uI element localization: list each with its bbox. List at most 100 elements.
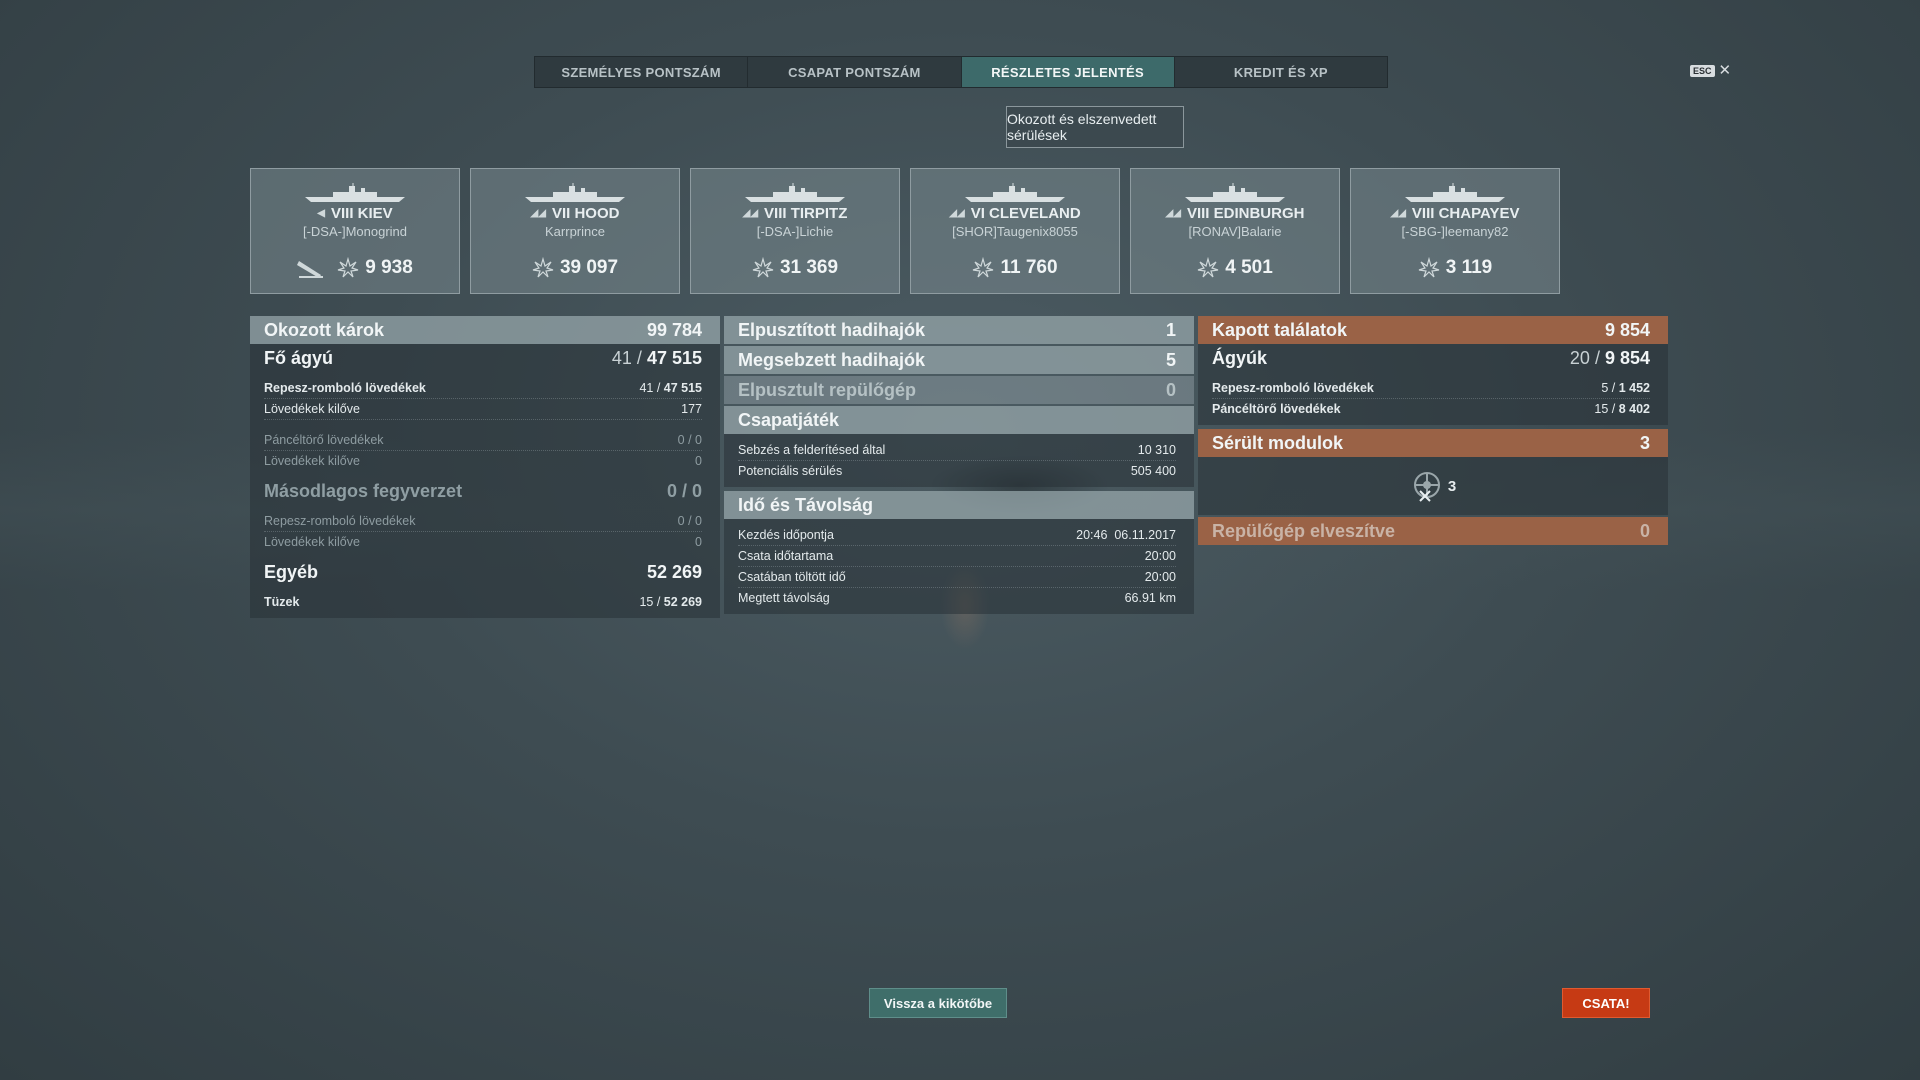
ship-silhouette-icon: [743, 183, 847, 203]
damage-dealt: 39 097: [471, 256, 679, 279]
damage-dealt-label: Okozott károk: [264, 319, 385, 340]
other-damage-header: Egyéb 52 269: [250, 558, 720, 586]
secondary-battery-label: Másodlagos fegyverzet: [264, 480, 463, 501]
main-battery-details: Repesz-romboló lövedékek 41 / 47 515 Löv…: [250, 372, 720, 477]
ship-silhouette-icon: [523, 183, 627, 203]
fires-row: Tüzek 15 / 52 269: [264, 595, 702, 609]
ship-silhouette-icon: [1403, 183, 1507, 203]
player-name: [SHOR]Taugenix8055: [952, 224, 1078, 239]
other-damage-details: Tüzek 15 / 52 269: [250, 586, 720, 618]
ship-silhouette-icon: [963, 183, 1067, 203]
he-shells-row: Repesz-romboló lövedékek 41 / 47 515: [264, 378, 702, 399]
ship-name: ◢◢ VIII EDINBURGH: [1165, 205, 1305, 222]
damage-burst-icon: [1197, 256, 1219, 279]
guns-received-details: Repesz-romboló lövedékek 5 / 1 452 Páncé…: [1198, 372, 1668, 425]
planes-destroyed-header: Elpusztult repülőgép 0: [724, 376, 1194, 404]
ship-card: ◀ VIII KIEV [-DSA-]Monogrind 9 938: [250, 168, 460, 294]
damage-dealt-value: 99 784: [646, 319, 702, 340]
distance-row: Megtett távolság 66.91 km: [738, 591, 1176, 605]
ship-name: ◢◢ VIII TIRPITZ: [742, 205, 848, 222]
damage-burst-icon: [532, 256, 554, 279]
esc-key-label: ESC: [1690, 64, 1715, 77]
damaged-modules-panel: 3: [1198, 457, 1668, 515]
tab-personal-score[interactable]: SZEMÉLYES PONTSZÁM: [535, 57, 749, 87]
guns-received-header: Ágyúk 20 / 9 854: [1198, 344, 1668, 372]
damage-burst-icon: [972, 256, 994, 279]
time-distance-header: Idő és Távolság: [724, 491, 1194, 519]
damage-burst-icon: [1418, 256, 1440, 279]
damage-dealt: 3 119: [1351, 256, 1559, 279]
torpedo-icon: [297, 257, 325, 279]
secondary-battery-value: 0 / 0: [666, 480, 702, 501]
player-name: Karrprince: [545, 224, 605, 239]
damage-dealt: 11 760: [911, 256, 1119, 279]
damage-received-column: Kapott találatok 9 854 Ágyúk 20 / 9 854 R…: [1198, 316, 1668, 545]
battle-duration-row: Csata időtartama 20:00: [738, 546, 1176, 567]
battle-button[interactable]: CSATA!: [1562, 988, 1650, 1018]
secondary-battery-header: Másodlagos fegyverzet 0 / 0: [250, 477, 720, 505]
potential-damage-row: Potenciális sérülés 505 400: [738, 464, 1176, 478]
time-in-battle-row: Csatában töltött idő 20:00: [738, 567, 1176, 588]
time-distance-details: Kezdés időpontja 20:46 06.11.2017 Csata i…: [724, 519, 1194, 614]
ap-shells-fired-row: Lövedékek kilőve 0: [264, 454, 702, 468]
spotting-damage-row: Sebzés a felderítésed által 10 310: [738, 440, 1176, 461]
ship-class-icon: ◢◢: [530, 208, 546, 219]
main-battery-label: Fő ágyú: [264, 347, 334, 368]
ships-destroyed-header: Elpusztított hadihajók 1: [724, 316, 1194, 344]
damage-dealt: 4 501: [1131, 256, 1339, 279]
ship-card: ◢◢ VI CLEVELAND [SHOR]Taugenix8055 11 760: [910, 168, 1120, 294]
ship-class-icon: ◀: [317, 208, 325, 219]
other-damage-value: 52 269: [646, 561, 702, 582]
teamplay-header: Csapatjáték: [724, 406, 1194, 434]
module-count: 3: [1447, 477, 1457, 495]
tab-team-score[interactable]: CSAPAT PONTSZÁM: [748, 57, 962, 87]
report-tabs: SZEMÉLYES PONTSZÁM CSAPAT PONTSZÁM RÉSZL…: [534, 56, 1388, 88]
ship-card: ◢◢ VII HOOD Karrprince 39 097: [470, 168, 680, 294]
start-time-row: Kezdés időpontja 20:46 06.11.2017: [738, 525, 1176, 546]
secondary-he-row: Repesz-romboló lövedékek 0 / 0: [264, 511, 702, 532]
ship-card: ◢◢ VIII EDINBURGH [RONAV]Balarie 4 501: [1130, 168, 1340, 294]
player-name: [-DSA-]Lichie: [756, 224, 834, 239]
he-shells-fired-row: Lövedékek kilőve 177: [264, 399, 702, 420]
ship-class-icon: ◢◢: [742, 208, 759, 219]
ship-silhouette-icon: [1183, 183, 1287, 203]
ship-card: ◢◢ VIII TIRPITZ [-DSA-]Lichie 31 369: [690, 168, 900, 294]
ship-name: ◢◢ VIII CHAPAYEV: [1390, 205, 1520, 222]
player-name: [RONAV]Balarie: [1188, 224, 1282, 239]
damage-burst-icon: [337, 256, 359, 279]
ship-silhouette-icon: [303, 183, 407, 203]
tab-credits-xp[interactable]: KREDIT ÉS XP: [1175, 57, 1387, 87]
damage-dealt-header: Okozott károk 99 784: [250, 316, 720, 344]
damaged-ships-list: ◀ VIII KIEV [-DSA-]Monogrind 9 938 ◢◢ VII HOO…: [250, 168, 1560, 294]
ap-shells-row: Páncéltörő lövedékek 0 / 0: [264, 430, 702, 451]
received-ap-row: Páncéltörő lövedékek 15 / 8 402: [1212, 402, 1650, 416]
steering-module-icon: [1413, 472, 1440, 502]
ship-name: ◢◢ VII HOOD: [530, 205, 620, 222]
damage-dealt: 9 938: [251, 256, 459, 279]
close-icon: ✕: [1718, 62, 1732, 79]
close-button[interactable]: ESC ✕: [1690, 63, 1731, 78]
main-battery-value: 41 / 47 515: [611, 347, 702, 368]
teamplay-details: Sebzés a felderítésed által 10 310 Potenc…: [724, 434, 1194, 487]
damage-dealt-column: Okozott károk 99 784 Fő ágyú 41 / 47 515…: [250, 316, 720, 618]
return-to-port-button[interactable]: Vissza a kikötőbe: [869, 988, 1007, 1018]
ships-damaged-header: Megsebzett hadihajók 5: [724, 346, 1194, 374]
damage-burst-icon: [752, 256, 774, 279]
player-name: [-DSA-]Monogrind: [302, 224, 408, 239]
damage-dealt: 31 369: [691, 256, 899, 279]
tab-detailed-report[interactable]: RÉSZLETES JELENTÉS: [961, 57, 1175, 87]
ship-class-icon: ◢◢: [1165, 208, 1181, 219]
subtab-damage-dealt-received[interactable]: Okozott és elszenvedett sérülések: [1006, 106, 1184, 148]
player-name: [-SBG-]leemany82: [1401, 224, 1509, 239]
secondary-fired-row: Lövedékek kilőve 0: [264, 535, 702, 549]
battle-stats-column: Elpusztított hadihajók 1 Megsebzett hadih…: [724, 316, 1194, 614]
ship-class-icon: ◢◢: [1390, 208, 1406, 219]
ship-class-icon: ◢◢: [949, 208, 965, 219]
other-damage-label: Egyéb: [264, 561, 319, 582]
main-battery-header: Fő ágyú 41 / 47 515: [250, 344, 720, 372]
ship-name: ◢◢ VI CLEVELAND: [949, 205, 1081, 222]
secondary-battery-details: Repesz-romboló lövedékek 0 / 0 Lövedékek…: [250, 505, 720, 558]
planes-lost-header: Repülőgép elveszítve 0: [1198, 517, 1668, 545]
hits-received-header: Kapott találatok 9 854: [1198, 316, 1668, 344]
ship-card: ◢◢ VIII CHAPAYEV [-SBG-]leemany82 3 119: [1350, 168, 1560, 294]
